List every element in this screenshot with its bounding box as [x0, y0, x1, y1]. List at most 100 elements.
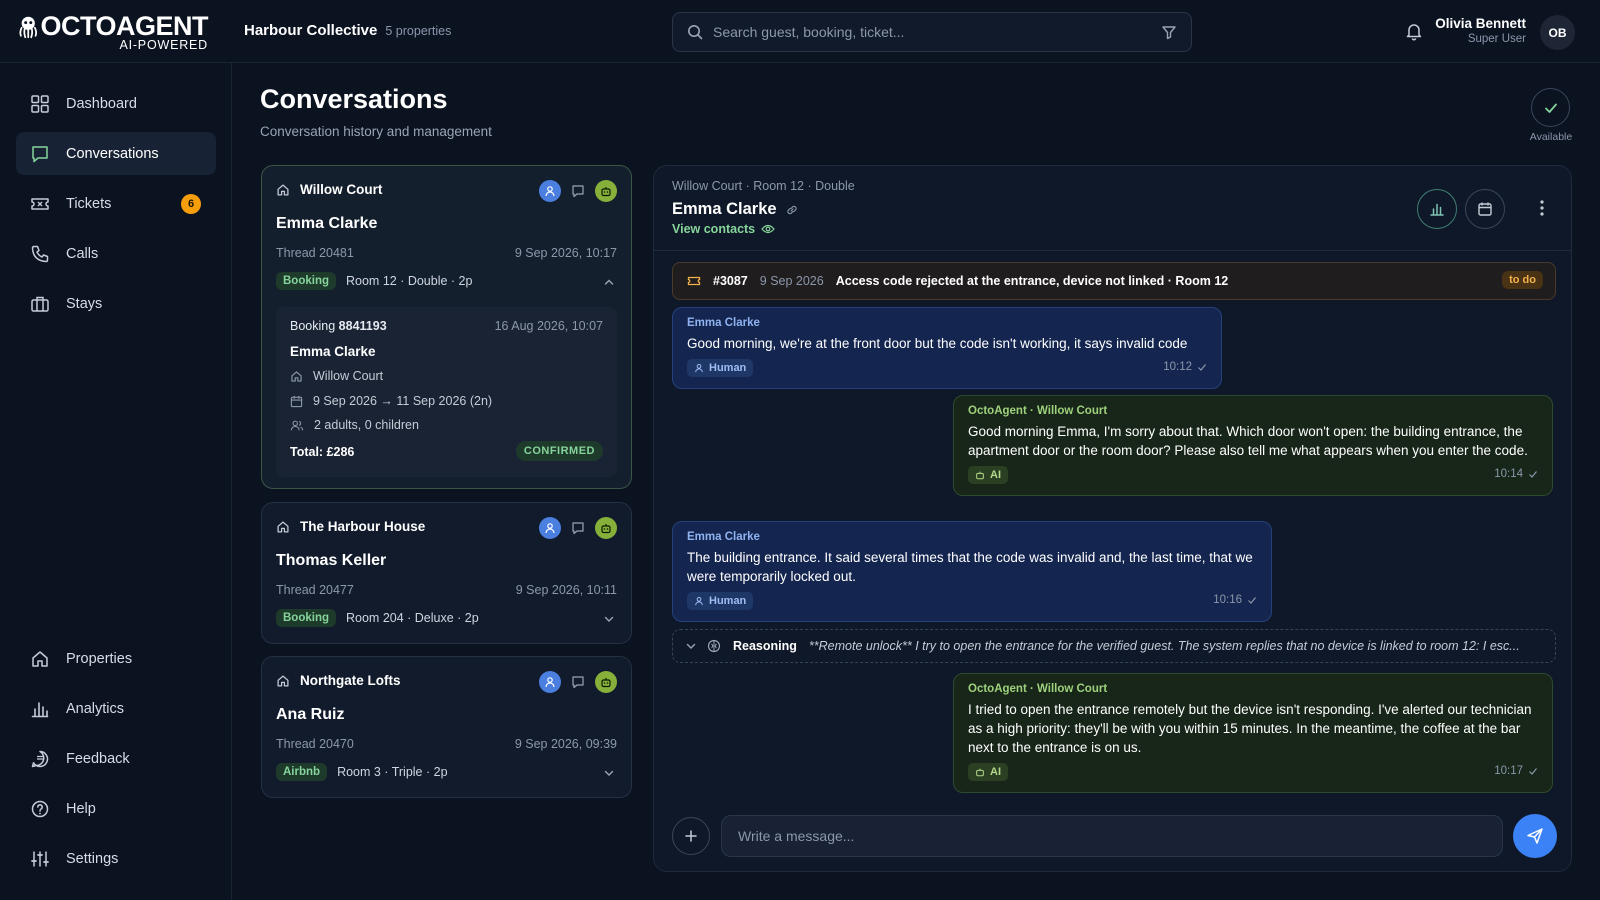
org-property-count: 5 properties: [385, 24, 452, 38]
thread-card-willow-court[interactable]: Willow Court Emma Clarke Thread 20481 9 …: [261, 165, 632, 489]
top-bar: OCTOAGENT AI-POWERED Harbour Collective …: [0, 0, 1600, 63]
ticket-icon: [31, 197, 49, 210]
org-switcher[interactable]: Harbour Collective 5 properties: [244, 22, 451, 39]
sidebar-item-dashboard[interactable]: Dashboard: [16, 82, 216, 125]
sidebar-item-label: Dashboard: [66, 95, 137, 112]
card-property-name: Willow Court: [300, 182, 383, 197]
message-author: OctoAgent · Willow Court: [968, 683, 1108, 695]
booking-property: Willow Court: [290, 369, 383, 383]
room-summary: Room 3 · Triple · 2p: [337, 765, 448, 779]
ai-bot-icon: [595, 180, 617, 202]
thread-card-northgate-lofts[interactable]: Northgate Lofts Ana Ruiz Thread 20470 9 …: [261, 656, 632, 798]
sidebar-item-conversations[interactable]: Conversations: [16, 132, 216, 175]
search-input[interactable]: [713, 24, 1161, 40]
chevron-down-icon[interactable]: [603, 613, 615, 625]
card-thread-id: Thread 20477: [276, 583, 354, 597]
message-guest: Emma Clarke Good morning, we're at the f…: [672, 307, 1222, 389]
message-text: The building entrance. It said several t…: [687, 550, 1253, 584]
check-icon: [1529, 471, 1537, 478]
message-text: Good morning, we're at the front door bu…: [687, 336, 1188, 351]
calendar-icon: [290, 395, 303, 407]
user-info[interactable]: Olivia Bennett Super User: [1435, 16, 1526, 45]
message-ai: OctoAgent · Willow Court Good morning Em…: [953, 395, 1553, 496]
sidebar-item-feedback[interactable]: Feedback: [16, 737, 216, 780]
card-property-name: The Harbour House: [300, 519, 426, 534]
help-icon: [31, 800, 49, 817]
card-channel-icons: [539, 671, 617, 693]
add-attachment-button[interactable]: [672, 817, 710, 855]
link-icon[interactable]: [785, 203, 799, 217]
room-summary: Room 204 · Deluxe · 2p: [346, 611, 479, 625]
conversation-guest-name: Emma Clarke: [672, 200, 777, 218]
sidebar-item-label: Feedback: [66, 750, 130, 767]
ai-bot-icon: [595, 671, 617, 693]
message-author: Emma Clarke: [687, 317, 760, 329]
sidebar-item-calls[interactable]: Calls: [16, 232, 216, 275]
ticket-status-badge: to do: [1502, 271, 1543, 289]
chevron-down-icon[interactable]: [685, 640, 697, 652]
ai-bot-icon: [976, 471, 984, 480]
sidebar-item-label: Settings: [66, 850, 119, 867]
breadcrumb: Willow Court · Room 12 · Double: [672, 179, 855, 193]
check-icon: [1529, 768, 1537, 775]
message-time: 10:17: [1494, 765, 1538, 777]
home-icon: [277, 183, 289, 196]
send-button[interactable]: [1513, 814, 1557, 858]
channel-tag: Booking: [276, 272, 336, 290]
filter-icon[interactable]: [1161, 24, 1177, 40]
conversation-guest: Emma Clarke: [672, 200, 799, 219]
reasoning-row[interactable]: Reasoning **Remote unlock** I try to ope…: [672, 629, 1556, 663]
home-icon: [277, 674, 289, 687]
plus-icon: [685, 830, 697, 842]
sidebar-item-settings[interactable]: Settings: [16, 837, 216, 880]
linked-ticket[interactable]: #3087 9 Sep 2026 Access code rejected at…: [672, 262, 1556, 300]
booking-number: Booking 8841193: [290, 319, 387, 333]
octopus-logo-icon: [19, 16, 38, 39]
availability-toggle-button[interactable]: [1531, 88, 1570, 127]
chevron-up-icon[interactable]: [603, 276, 615, 288]
page-subtitle: Conversation history and management: [260, 124, 492, 139]
view-contacts-link[interactable]: View contacts: [672, 222, 775, 236]
message-time: 10:12: [1163, 361, 1207, 373]
avatar[interactable]: OB: [1540, 15, 1575, 50]
card-date: 9 Sep 2026, 09:39: [514, 737, 617, 751]
message-text: I tried to open the entrance remotely bu…: [968, 702, 1532, 755]
stats-button[interactable]: [1417, 189, 1457, 229]
check-icon: [1198, 364, 1206, 371]
card-property-name: Northgate Lofts: [300, 673, 401, 688]
sidebar-item-label: Stays: [66, 295, 103, 312]
message-input[interactable]: [721, 815, 1503, 857]
card-guest-name: Ana Ruiz: [276, 706, 345, 723]
message-icon: [567, 671, 589, 693]
card-channel-icons: [539, 180, 617, 202]
check-icon: [1248, 597, 1256, 604]
brand-logo[interactable]: OCTOAGENT AI-POWERED: [18, 12, 208, 54]
sidebar-item-tickets[interactable]: Tickets 6: [16, 182, 216, 225]
chevron-down-icon[interactable]: [603, 767, 615, 779]
sidebar-item-properties[interactable]: Properties: [16, 637, 216, 680]
message-text: Good morning Emma, I'm sorry about that.…: [968, 424, 1528, 458]
booking-created-date: 16 Aug 2026, 10:07: [494, 319, 603, 333]
channel-tag: Booking: [276, 609, 336, 627]
booking-party: 2 adults, 0 children: [290, 418, 419, 432]
sidebar-item-help[interactable]: Help: [16, 787, 216, 830]
page-title: Conversations: [260, 84, 448, 114]
card-guest-name: Emma Clarke: [276, 215, 378, 232]
ticket-icon: [687, 276, 701, 286]
luggage-icon: [31, 296, 49, 312]
sidebar-item-stays[interactable]: Stays: [16, 282, 216, 325]
user-icon: [695, 596, 703, 606]
sidebar-item-analytics[interactable]: Analytics: [16, 687, 216, 730]
sliders-icon: [31, 851, 49, 866]
ai-bot-icon: [976, 768, 984, 777]
card-booking-summary: Airbnb Room 3 · Triple · 2p: [276, 763, 448, 781]
calendar-button[interactable]: [1465, 189, 1505, 229]
more-vertical-icon[interactable]: [1539, 199, 1545, 217]
thread-card-harbour-house[interactable]: The Harbour House Thomas Keller Thread 2…: [261, 502, 632, 644]
bell-icon[interactable]: [1404, 21, 1424, 41]
reasoning-label: Reasoning: [733, 639, 797, 653]
grid-icon: [31, 94, 49, 113]
sidebar: Dashboard Conversations Tickets 6 Calls …: [0, 63, 232, 900]
check-icon: [1544, 103, 1557, 113]
chat-icon: [32, 145, 48, 162]
